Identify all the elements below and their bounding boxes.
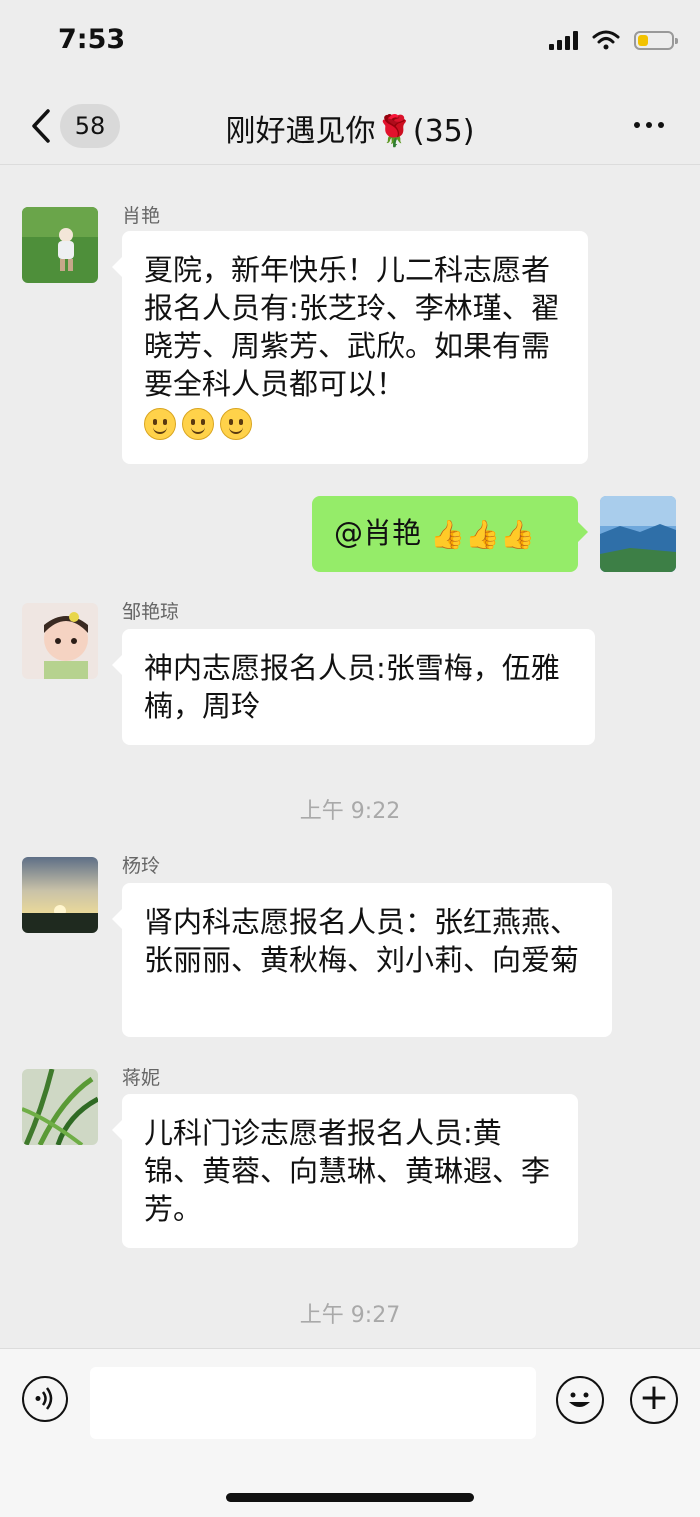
message-bubble[interactable]: 神内志愿报名人员:张雪梅，伍雅楠，周玲 [112,629,595,745]
status-bar: 7:53 [0,0,700,88]
voice-icon[interactable] [22,1376,68,1422]
message-list[interactable]: 肖艳 夏院，新年快乐！儿二科志愿者报名人员有:张芝玲、李林瑾、翟晓芳、周紫芳、武… [0,165,700,1348]
signal-icon [549,30,578,50]
message-bubble[interactable]: 夏院，新年快乐！儿二科志愿者报名人员有:张芝玲、李林瑾、翟晓芳、周紫芳、武欣。如… [112,231,588,464]
sender-name: 杨玲 [122,855,161,877]
smile-emoji-icon [220,408,252,440]
timestamp: 上午 9:27 [299,1303,401,1328]
avatar[interactable] [22,857,98,933]
thumbs-up-icon: 👍 [465,518,500,551]
baby-in-grass-photo-icon [22,207,98,283]
message-text: 儿科门诊志愿者报名人员:黄锦、黄蓉、向慧琳、黄琳遐、李芳。 [144,1116,551,1226]
smile-emoji-icon [144,408,176,440]
smile-icon[interactable] [556,1376,604,1424]
avatar[interactable] [22,207,98,283]
sunset-photo-icon [22,857,98,933]
sender-name: 邹艳琼 [122,601,180,623]
message-text: @肖艳 [334,516,422,550]
my-message-bubble[interactable]: @肖艳 👍👍👍 [312,496,588,572]
chat-title: 刚好遇见你🌹(35) [225,114,475,149]
grass-photo-icon [22,1069,98,1145]
status-icons [549,30,678,50]
avatar[interactable] [22,603,98,679]
message-bubble[interactable]: 肾内科志愿报名人员：张红燕燕、张丽丽、黄秋梅、刘小莉、向爱菊 [112,883,612,1037]
home-indicator [226,1493,474,1502]
my-avatar[interactable] [600,496,676,572]
baby-face-photo-icon [22,603,98,679]
chat-header: 58 刚好遇见你🌹(35) [0,88,700,165]
more-options-icon[interactable] [634,122,664,128]
message-bubble[interactable]: 儿科门诊志愿者报名人员:黄锦、黄蓉、向慧琳、黄琳遐、李芳。 [112,1094,578,1248]
thumbs-up-icon: 👍 [430,518,466,551]
battery-icon [634,30,678,50]
voice-waves-icon [35,1387,53,1410]
message-text: 神内志愿报名人员:张雪梅，伍雅楠，周玲 [144,651,560,723]
wifi-icon [592,30,620,50]
battery-fill [638,34,648,46]
thumbs-up-icon: 👍 [499,518,535,551]
message-text: 肾内科志愿报名人员：张红燕燕、张丽丽、黄秋梅、刘小莉、向爱菊 [144,905,580,977]
avatar[interactable] [22,1069,98,1145]
input-bar: + [0,1348,700,1517]
smile-emoji-icon [182,408,214,440]
timestamp: 上午 9:22 [299,799,401,824]
plus-icon[interactable]: + [630,1376,678,1424]
sender-name: 肖艳 [122,205,161,227]
smile-face-icon [569,1392,590,1407]
status-time: 7:53 [58,24,126,55]
landscape-photo-icon [600,496,676,572]
message-text: 夏院，新年快乐！儿二科志愿者报名人员有:张芝玲、李林瑾、翟晓芳、周紫芳、武欣。如… [144,253,560,401]
message-input[interactable] [90,1367,536,1439]
sender-name: 蒋妮 [122,1067,161,1089]
